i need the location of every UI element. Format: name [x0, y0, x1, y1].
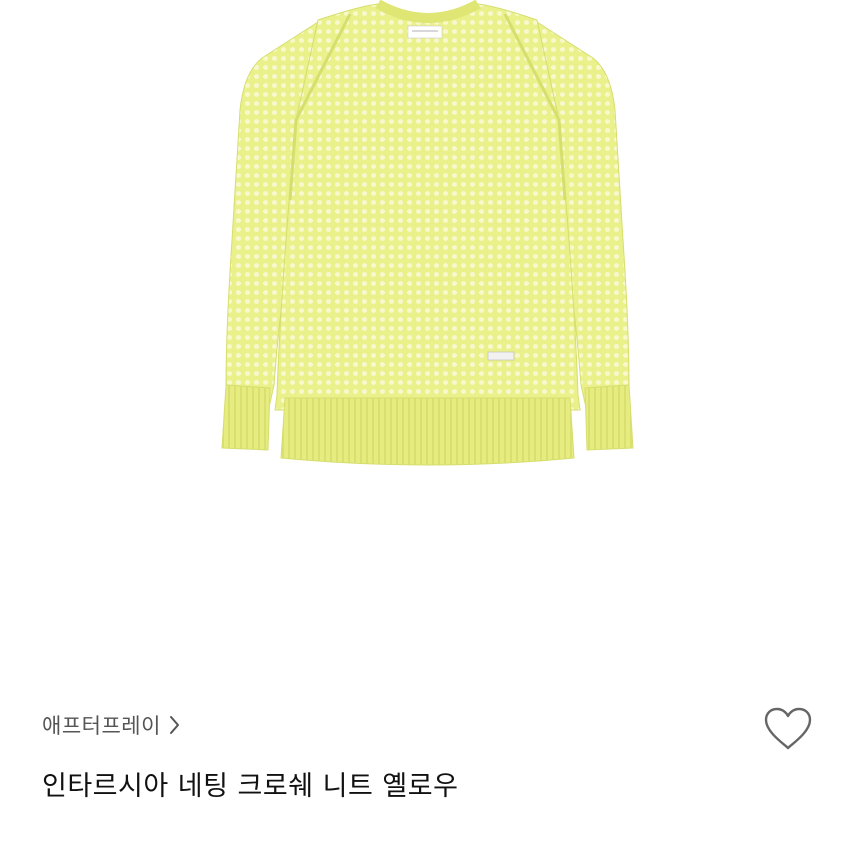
- wishlist-button[interactable]: [760, 703, 816, 755]
- neckline: [375, 0, 481, 23]
- product-image[interactable]: [0, 0, 855, 670]
- sweater-body: [274, 3, 581, 411]
- brand-name[interactable]: 애프터프레이: [42, 710, 161, 740]
- sweater-illustration: [221, 0, 634, 466]
- heart-outline-icon: [764, 707, 812, 750]
- chevron-right-icon: [169, 715, 181, 735]
- product-title: 인타르시아 네팅 크로쉐 니트 옐로우: [42, 771, 459, 802]
- brand-link[interactable]: 애프터프레이: [42, 708, 181, 742]
- hem-rib: [280, 397, 575, 466]
- left-cuff: [221, 384, 271, 451]
- right-cuff: [584, 384, 634, 451]
